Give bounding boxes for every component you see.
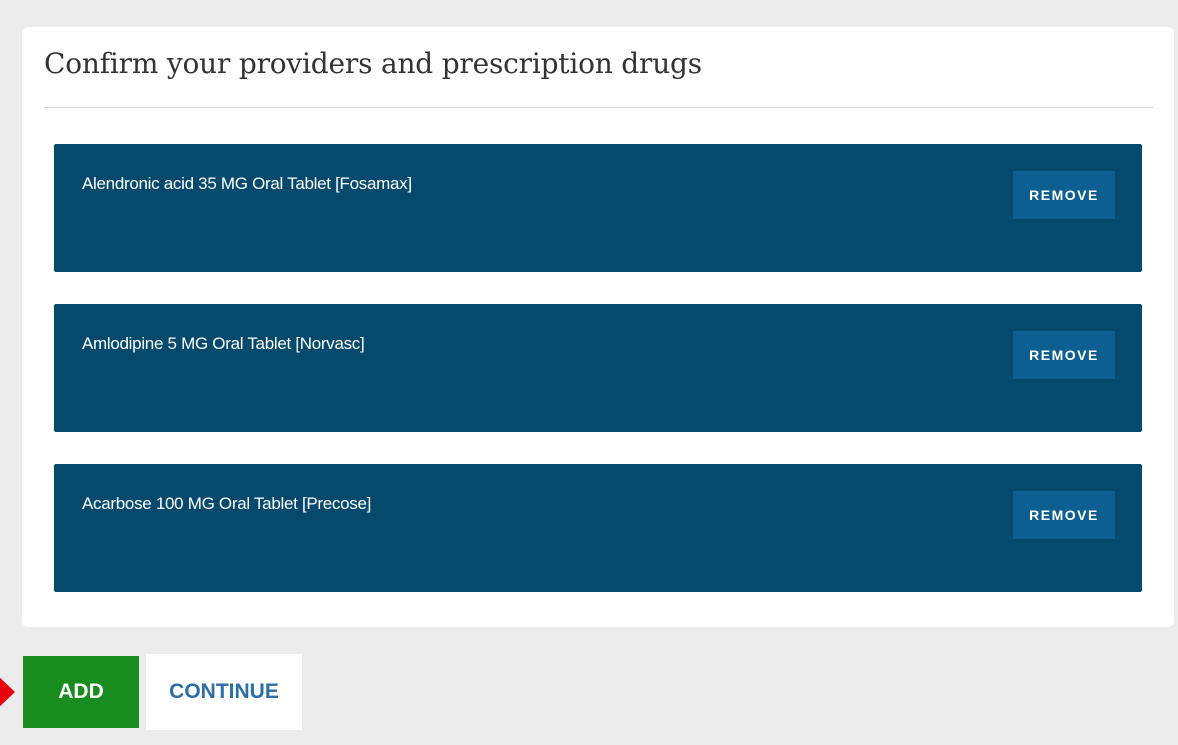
continue-button[interactable]: CONTINUE: [146, 654, 302, 730]
card-title: Confirm your providers and prescription …: [44, 47, 702, 80]
drug-name: Alendronic acid 35 MG Oral Tablet [Fosam…: [82, 174, 412, 193]
add-button[interactable]: ADD: [23, 656, 139, 728]
drug-name: Acarbose 100 MG Oral Tablet [Precose]: [82, 494, 372, 513]
remove-button[interactable]: REMOVE: [1013, 171, 1115, 219]
drug-item: Acarbose 100 MG Oral Tablet [Precose] RE…: [54, 464, 1142, 592]
pointer-arrow-icon: [0, 672, 15, 712]
drug-list: Alendronic acid 35 MG Oral Tablet [Fosam…: [54, 144, 1142, 624]
remove-button[interactable]: REMOVE: [1013, 491, 1115, 539]
confirm-card: Confirm your providers and prescription …: [22, 27, 1174, 627]
drug-item: Amlodipine 5 MG Oral Tablet [Norvasc] RE…: [54, 304, 1142, 432]
drug-item: Alendronic acid 35 MG Oral Tablet [Fosam…: [54, 144, 1142, 272]
title-divider: [44, 107, 1154, 108]
page: Confirm your providers and prescription …: [0, 0, 1178, 745]
drug-name: Amlodipine 5 MG Oral Tablet [Norvasc]: [82, 334, 365, 353]
remove-button[interactable]: REMOVE: [1013, 331, 1115, 379]
